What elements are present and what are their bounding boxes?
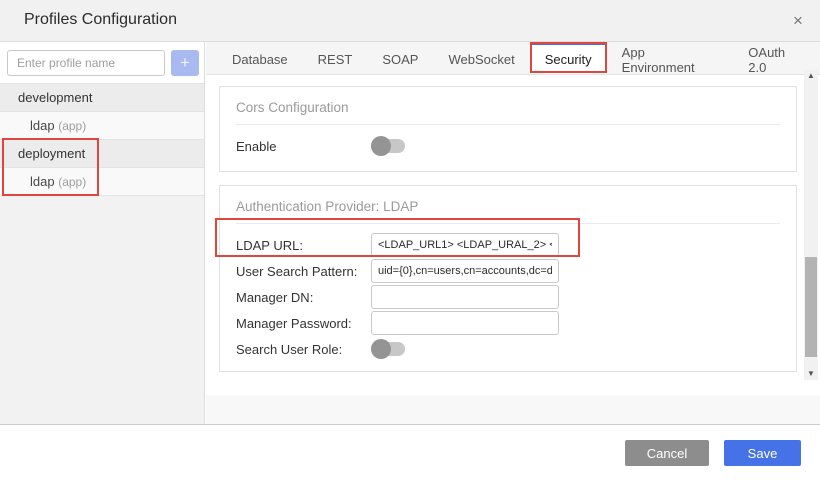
cors-configuration-card: Cors Configuration Enable: [219, 86, 797, 172]
field-label-search-user-role: Search User Role:: [236, 342, 371, 357]
tab-security[interactable]: Security: [530, 42, 607, 74]
tab-database[interactable]: Database: [217, 42, 303, 74]
field-row-manager-password: Manager Password:: [220, 310, 796, 336]
panel-bottom-strip: [206, 395, 820, 424]
tab-soap[interactable]: SOAP: [367, 42, 433, 74]
profile-item-deployment[interactable]: deployment: [0, 140, 204, 168]
scrollbar-thumb[interactable]: [805, 257, 817, 357]
add-profile-button[interactable]: +: [171, 50, 199, 76]
field-row-ldap-url: LDAP URL:: [220, 232, 796, 258]
app-item-suffix: (app): [58, 175, 86, 189]
field-label-ldap-url: LDAP URL:: [236, 238, 371, 253]
manager-password-input[interactable]: [371, 311, 559, 335]
cors-enable-toggle[interactable]: [371, 139, 405, 153]
scroll-down-icon[interactable]: ▼: [804, 368, 818, 380]
app-item-ldap-deployment[interactable]: ldap (app): [0, 168, 204, 196]
app-item-ldap-development[interactable]: ldap (app): [0, 112, 204, 140]
tab-label: OAuth 2.0: [748, 45, 805, 75]
settings-tabbar: Database REST SOAP WebSocket Security Ap…: [206, 42, 820, 75]
profile-create-row: +: [0, 42, 204, 84]
divider: [236, 223, 780, 224]
cancel-button[interactable]: Cancel: [625, 440, 709, 466]
section-title-cors: Cors Configuration: [236, 100, 780, 115]
tab-label: Database: [232, 52, 288, 67]
app-item-label: ldap: [30, 118, 55, 133]
profile-list: development ldap (app) deployment ldap (…: [0, 84, 204, 196]
ldap-url-input[interactable]: [371, 233, 559, 257]
profiles-configuration-dialog: Profiles Configuration × + development l…: [0, 0, 820, 480]
field-row-user-search-pattern: User Search Pattern:: [220, 258, 796, 284]
tab-label: REST: [318, 52, 353, 67]
profiles-sidebar: + development ldap (app) deployment ldap…: [0, 42, 205, 424]
user-search-pattern-input[interactable]: [371, 259, 559, 283]
security-tab-content: Cors Configuration Enable Authentication…: [206, 75, 820, 395]
search-user-role-toggle[interactable]: [371, 342, 405, 356]
plus-icon: +: [180, 53, 190, 72]
app-item-suffix: (app): [58, 119, 86, 133]
field-row-manager-dn: Manager DN:: [220, 284, 796, 310]
scroll-up-icon[interactable]: ▲: [804, 70, 818, 82]
tab-label: WebSocket: [448, 52, 514, 67]
close-icon[interactable]: ×: [786, 9, 810, 33]
toggle-knob: [371, 339, 391, 359]
app-item-label: ldap: [30, 174, 55, 189]
tab-websocket[interactable]: WebSocket: [433, 42, 529, 74]
tab-label: App Environment: [622, 45, 719, 75]
vertical-scrollbar[interactable]: ▲ ▼: [804, 70, 818, 380]
tab-label: Security: [545, 52, 592, 67]
manager-dn-input[interactable]: [371, 285, 559, 309]
field-row-enable: Enable: [220, 133, 796, 159]
toggle-knob: [371, 136, 391, 156]
divider: [236, 124, 780, 125]
field-label-manager-password: Manager Password:: [236, 316, 371, 331]
ldap-provider-card: Authentication Provider: LDAP LDAP URL: …: [219, 185, 797, 372]
profile-item-label: deployment: [18, 146, 85, 161]
profile-name-input[interactable]: [7, 50, 165, 76]
profile-item-development[interactable]: development: [0, 84, 204, 112]
save-button[interactable]: Save: [724, 440, 801, 466]
field-label-manager-dn: Manager DN:: [236, 290, 371, 305]
field-row-search-user-role: Search User Role:: [220, 336, 796, 362]
tab-rest[interactable]: REST: [303, 42, 368, 74]
section-title-ldap: Authentication Provider: LDAP: [236, 199, 780, 214]
dialog-footer: Cancel Save: [0, 425, 820, 480]
profile-settings-panel: Database REST SOAP WebSocket Security Ap…: [206, 42, 820, 424]
profile-item-label: development: [18, 90, 92, 105]
dialog-header: Profiles Configuration ×: [0, 0, 820, 42]
tab-label: SOAP: [382, 52, 418, 67]
tab-app-environment[interactable]: App Environment: [607, 42, 734, 74]
dialog-title: Profiles Configuration: [24, 11, 177, 29]
field-label-user-search-pattern: User Search Pattern:: [236, 264, 371, 279]
field-label-enable: Enable: [236, 139, 371, 154]
